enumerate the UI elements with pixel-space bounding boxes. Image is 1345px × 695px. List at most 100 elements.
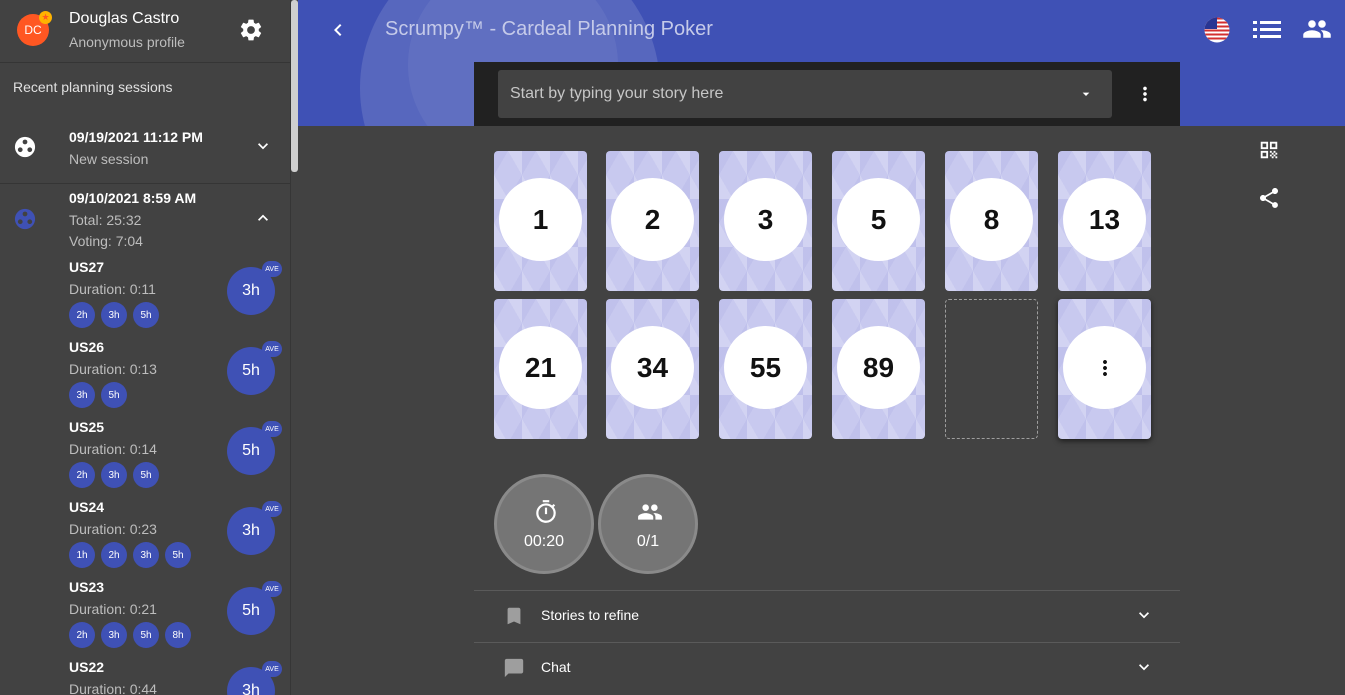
story-duration: Duration: 0:21 xyxy=(69,601,157,617)
more-cards-button[interactable] xyxy=(1058,299,1151,439)
story-duration: Duration: 0:11 xyxy=(69,281,156,297)
poker-chip-icon xyxy=(14,208,36,230)
session-date: 09/10/2021 8:59 AM xyxy=(69,190,197,206)
card-value: 21 xyxy=(499,326,582,409)
chevron-down-icon[interactable] xyxy=(253,136,273,156)
vote-chip: 2h xyxy=(69,302,95,328)
story-item[interactable]: US27 Duration: 0:11 2h 3h 5h 3h AVE xyxy=(0,259,290,339)
ave-label: AVE xyxy=(262,341,282,357)
story-duration: Duration: 0:44 xyxy=(69,681,157,695)
story-duration: Duration: 0:14 xyxy=(69,441,157,457)
card-value: 89 xyxy=(837,326,920,409)
list-icon[interactable] xyxy=(1252,16,1282,44)
voters-button[interactable]: 0/1 xyxy=(598,474,698,574)
sidebar: DC ★ Douglas Castro Anonymous profile Re… xyxy=(0,0,291,695)
vote-chip: 2h xyxy=(69,462,95,488)
people-icon[interactable] xyxy=(1298,14,1336,44)
timer-value: 00:20 xyxy=(523,533,565,550)
stories-panel[interactable]: Stories to refine xyxy=(474,590,1180,642)
session-item[interactable]: 09/10/2021 8:59 AM Total: 25:32 Voting: … xyxy=(0,185,290,265)
card-value: 1 xyxy=(499,178,582,261)
vote-chips: 3h 5h xyxy=(69,382,127,408)
vote-chip: 5h xyxy=(133,462,159,488)
more-vert-icon xyxy=(1102,359,1107,376)
qr-code-icon[interactable] xyxy=(1258,139,1280,161)
story-input-placeholder: Start by typing your story here xyxy=(510,85,724,102)
sidebar-scrollbar[interactable] xyxy=(291,0,298,172)
ave-label: AVE xyxy=(262,581,282,597)
story-name: US25 xyxy=(69,419,105,435)
story-name: US24 xyxy=(69,499,105,515)
poker-card[interactable]: 1 xyxy=(494,151,587,291)
poker-chip-icon xyxy=(14,136,36,158)
story-item[interactable]: US26 Duration: 0:13 3h 5h 5h AVE xyxy=(0,339,290,419)
story-item[interactable]: US24 Duration: 0:23 1h 2h 3h 5h 3h AVE xyxy=(0,499,290,579)
chevron-up-icon[interactable] xyxy=(253,208,273,228)
card-value: 8 xyxy=(950,178,1033,261)
more-vert-icon[interactable] xyxy=(1134,82,1156,106)
poker-card[interactable]: 34 xyxy=(606,299,699,439)
page-title: Scrumpy™ - Cardeal Planning Poker xyxy=(385,18,713,40)
poker-card[interactable]: 13 xyxy=(1058,151,1151,291)
story-name: US23 xyxy=(69,579,105,595)
vote-chips: 2h 3h 5h 8h xyxy=(69,622,191,648)
story-item[interactable]: US23 Duration: 0:21 2h 3h 5h 8h 5h AVE xyxy=(0,579,290,659)
recent-sessions-title: Recent planning sessions xyxy=(13,79,173,95)
profile-name: Douglas Castro xyxy=(69,10,180,27)
story-item[interactable]: US25 Duration: 0:14 2h 3h 5h 5h AVE xyxy=(0,419,290,499)
empty-card-slot xyxy=(945,299,1038,439)
vote-chip: 2h xyxy=(101,542,127,568)
people-icon xyxy=(638,504,662,520)
timer-icon xyxy=(536,500,556,523)
share-icon[interactable] xyxy=(1257,186,1281,210)
chevron-down-icon[interactable] xyxy=(1134,657,1154,677)
vote-chip: 3h xyxy=(101,622,127,648)
ave-label: AVE xyxy=(262,261,282,277)
story-input[interactable]: Start by typing your story here xyxy=(498,70,1112,118)
story-duration: Duration: 0:13 xyxy=(69,361,157,377)
session-subtitle: New session xyxy=(69,151,149,167)
poker-card[interactable]: 5 xyxy=(832,151,925,291)
card-value: 3 xyxy=(724,178,807,261)
card-value: 13 xyxy=(1063,178,1146,261)
story-name: US26 xyxy=(69,339,105,355)
card-value: 2 xyxy=(611,178,694,261)
story-name: US22 xyxy=(69,659,105,675)
poker-card[interactable]: 3 xyxy=(719,151,812,291)
chat-icon xyxy=(504,658,524,678)
vote-chip: 8h xyxy=(165,622,191,648)
timer-button[interactable]: 00:20 xyxy=(494,474,594,574)
chevron-down-icon[interactable] xyxy=(1134,605,1154,625)
vote-chip: 3h xyxy=(69,382,95,408)
poker-card[interactable]: 89 xyxy=(832,299,925,439)
ave-label: AVE xyxy=(262,421,282,437)
vote-chips: 2h 3h 5h xyxy=(69,462,159,488)
bookmark-icon xyxy=(507,607,521,625)
card-value: 34 xyxy=(611,326,694,409)
chat-panel[interactable]: Chat xyxy=(474,642,1180,694)
poker-card[interactable]: 8 xyxy=(945,151,1038,291)
gear-icon[interactable] xyxy=(238,17,264,43)
back-arrow-icon[interactable] xyxy=(326,18,350,42)
vote-chip: 5h xyxy=(133,302,159,328)
ave-label: AVE xyxy=(262,501,282,517)
card-more-circle xyxy=(1063,326,1146,409)
us-flag-icon[interactable] xyxy=(1203,17,1231,43)
poker-card[interactable]: 21 xyxy=(494,299,587,439)
vote-chip: 5h xyxy=(165,542,191,568)
vote-chip: 3h xyxy=(101,462,127,488)
card-value: 5 xyxy=(837,178,920,261)
session-voting: Voting: 7:04 xyxy=(69,233,143,249)
ave-label: AVE xyxy=(262,661,282,677)
vote-chips: 2h 3h 5h xyxy=(69,302,159,328)
poker-card[interactable]: 55 xyxy=(719,299,812,439)
dropdown-arrow-icon[interactable] xyxy=(1078,86,1094,102)
poker-card[interactable]: 2 xyxy=(606,151,699,291)
vote-chip: 1h xyxy=(69,542,95,568)
session-date: 09/19/2021 11:12 PM xyxy=(69,129,203,145)
session-item[interactable]: 09/19/2021 11:12 PM New session xyxy=(0,120,290,184)
story-item[interactable]: US22 Duration: 0:44 3h AVE xyxy=(0,659,290,695)
voters-value: 0/1 xyxy=(636,533,660,550)
story-duration: Duration: 0:23 xyxy=(69,521,157,537)
vote-chip: 5h xyxy=(101,382,127,408)
